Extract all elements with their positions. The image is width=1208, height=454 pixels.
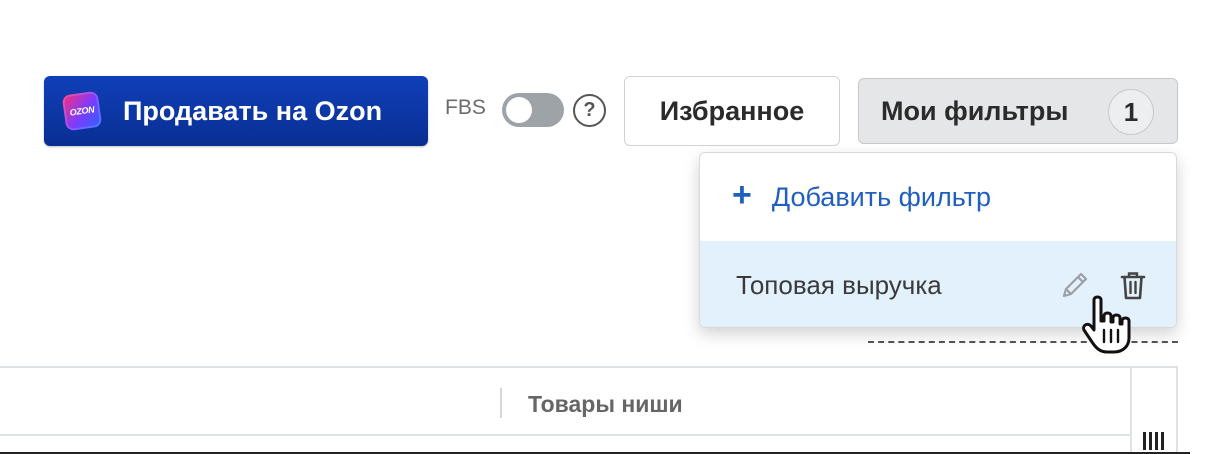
ozon-logo-icon: OZON: [61, 90, 103, 132]
help-icon[interactable]: ?: [573, 94, 606, 127]
table-right-border: [1176, 366, 1178, 454]
column-header-niche-goods[interactable]: Товары ниши: [528, 391, 683, 418]
favorites-button[interactable]: Избранное: [624, 76, 840, 146]
fbs-toggle[interactable]: [502, 93, 564, 127]
favorites-label: Избранное: [659, 95, 805, 126]
table-header-divider: [0, 434, 1130, 436]
plus-icon: +: [732, 176, 752, 214]
saved-filter-name: Топовая выручка: [736, 269, 942, 300]
columns-settings-icon[interactable]: [1140, 428, 1170, 452]
add-filter-button[interactable]: + Добавить фильтр: [700, 153, 1176, 241]
hand-pointer-icon: [1082, 295, 1131, 354]
filters-count-badge: 1: [1108, 89, 1154, 135]
sell-on-ozon-button[interactable]: OZON Продавать на Ozon: [44, 76, 428, 146]
column-separator: [500, 388, 502, 418]
table-top-border: [0, 366, 1176, 368]
help-symbol: ?: [583, 99, 596, 121]
my-filters-label: Мои фильтры: [881, 95, 1069, 126]
ozon-logo-text: OZON: [69, 104, 95, 118]
fbs-label: FBS: [445, 96, 486, 119]
add-filter-label: Добавить фильтр: [771, 181, 992, 212]
table-settings-divider: [1130, 366, 1132, 454]
sell-button-label: Продавать на Ozon: [123, 95, 383, 126]
my-filters-button[interactable]: Мои фильтры 1: [858, 78, 1178, 144]
toggle-knob: [506, 97, 532, 123]
